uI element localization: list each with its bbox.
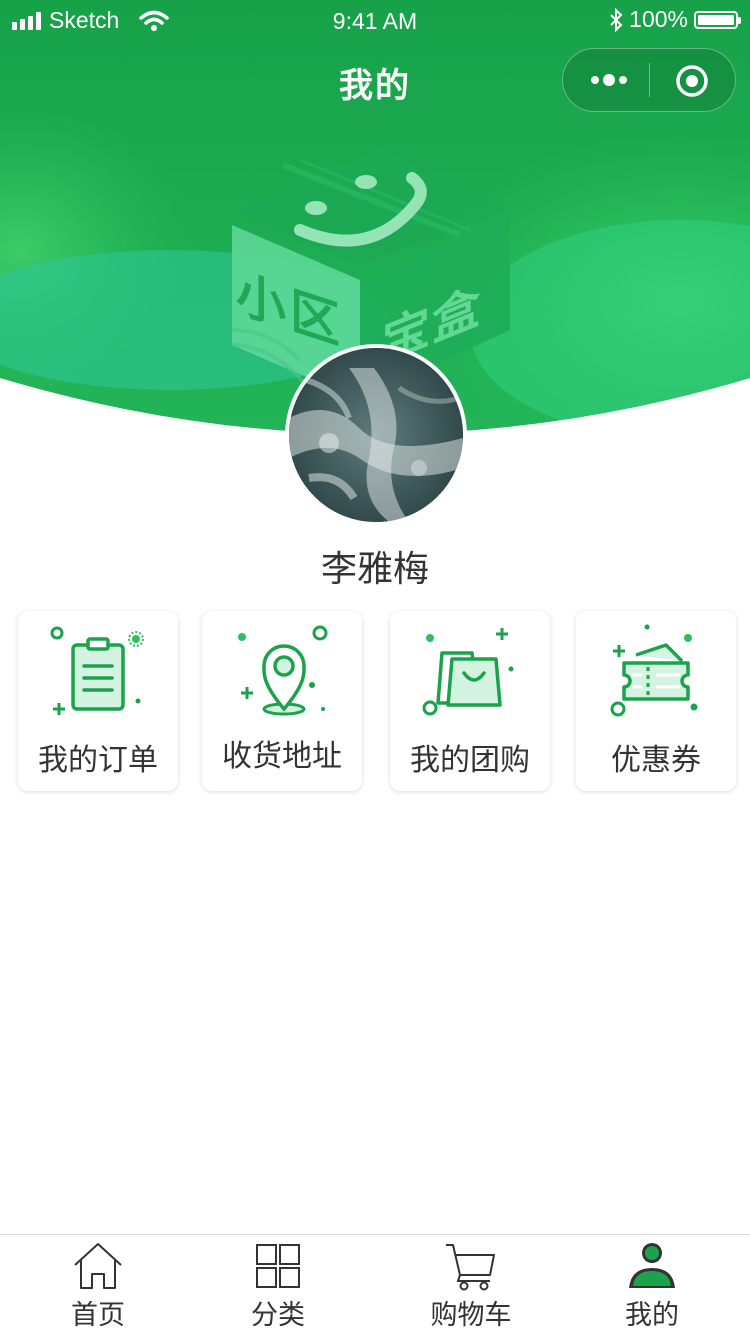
bluetooth-icon (610, 7, 623, 32)
status-bar: Sketch 9:41 AM 100% (0, 0, 750, 40)
profile-menu: 我的订单 收货地址 我的团购 优惠券 (0, 611, 750, 793)
tab-label-category: 分类 (251, 1300, 305, 1331)
menu-card-group-buy[interactable]: 我的团购 (390, 611, 550, 791)
home-icon (74, 1243, 122, 1289)
battery-icon (694, 10, 741, 29)
tab-label-cart: 购物车 (430, 1300, 512, 1331)
tab-label-mine: 我的 (625, 1300, 679, 1331)
status-right: 100% (609, 6, 741, 33)
battery-percent: 100% (629, 6, 688, 32)
menu-label-address: 收货地址 (222, 739, 342, 774)
menu-label-coupon: 优惠券 (611, 743, 701, 778)
clipboard-icon (50, 626, 144, 715)
cart-icon (446, 1244, 495, 1291)
grid-icon (256, 1244, 300, 1288)
menu-card-address[interactable]: 收货地址 (202, 611, 362, 791)
menu-card-coupon[interactable]: 优惠券 (576, 611, 736, 791)
menu-card-orders[interactable]: 我的订单 (18, 611, 178, 791)
tab-home[interactable]: 首页 (23, 1235, 173, 1335)
coupon-icon (610, 624, 698, 717)
avatar[interactable] (285, 344, 467, 526)
tab-category[interactable]: 分类 (203, 1235, 353, 1335)
tab-label-home: 首页 (71, 1300, 125, 1331)
tab-mine[interactable]: 我的 (577, 1235, 727, 1335)
avatar-image (289, 348, 463, 522)
user-name: 李雅梅 (320, 549, 429, 590)
tab-cart[interactable]: 购物车 (396, 1235, 546, 1335)
capsule-divider (649, 63, 650, 97)
bottom-tab-bar: 首页 分类 购物车 我的 (0, 1234, 750, 1335)
shopping-bag-icon (422, 628, 514, 716)
more-dots-icon[interactable] (589, 67, 629, 93)
menu-label-orders: 我的订单 (38, 743, 158, 778)
location-pin-icon (238, 625, 328, 716)
menu-label-group-buy: 我的团购 (410, 743, 530, 778)
miniprogram-capsule (562, 48, 736, 112)
user-icon (629, 1243, 675, 1288)
close-target-icon[interactable] (674, 63, 710, 99)
